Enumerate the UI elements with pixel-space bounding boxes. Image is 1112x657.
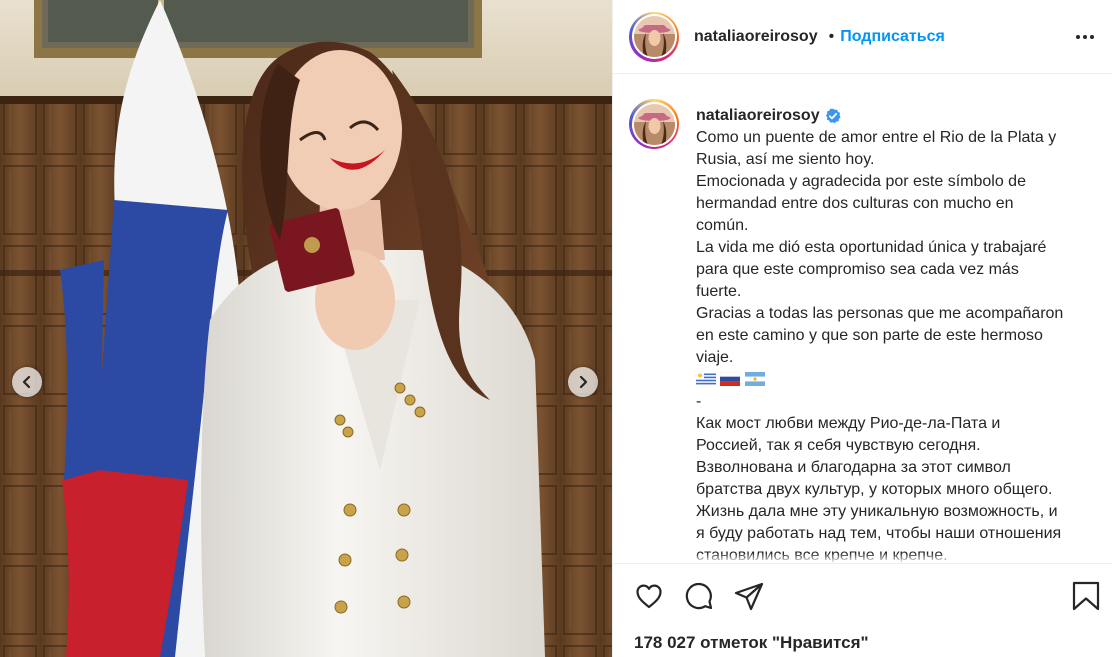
caption-line: я буду работать над тем, чтобы наши отно… (696, 525, 1062, 542)
caption-line: Emocionada y agradecida por este símbolo… (696, 173, 1026, 190)
caption-line: Gracias a todas las personas que me acom… (696, 305, 1064, 322)
caption-line: Взволнована и благодарна за этот символ (696, 459, 1011, 476)
bookmark-icon[interactable] (1070, 580, 1102, 612)
caption-text: nataliaoreirosoy Como un puente de amor … (696, 105, 1100, 563)
heart-icon[interactable] (633, 580, 665, 612)
caption-line: viaje. (696, 349, 734, 366)
caption-line: братства двух культур, у которых много о… (696, 481, 1053, 498)
comment-icon[interactable] (683, 580, 715, 612)
argentina-flag-icon (744, 372, 765, 386)
header-username[interactable]: nataliaoreirosoy (694, 28, 818, 46)
caption-line: hermandad entre dos culturas con mucho e… (696, 195, 1014, 212)
caption-username[interactable]: nataliaoreirosoy (696, 105, 820, 127)
post-media[interactable] (0, 0, 612, 657)
caption-line: Жизнь дала мне эту уникальную возможност… (696, 503, 1058, 520)
caption-line: La vida me dió esta oportunidad única y … (696, 239, 1047, 256)
caption-line: en este camino y que son parte de este h… (696, 327, 1043, 344)
caption-avatar[interactable] (629, 99, 679, 149)
caption-line: Россией, так я себя чувствую сегодня. (696, 437, 981, 454)
caption-line: común. (696, 217, 749, 234)
caption-line: Rusia, así me siento hoy. (696, 151, 875, 168)
share-icon[interactable] (733, 580, 765, 612)
more-options-icon[interactable] (1074, 27, 1096, 47)
previous-photo-button[interactable] (12, 367, 42, 397)
flag-emojis (696, 369, 1100, 391)
caption-section: nataliaoreirosoy Como un puente de amor … (613, 75, 1112, 563)
caption-line: fuerte. (696, 283, 742, 300)
caption-line: - (696, 393, 702, 410)
russia-flag-icon (720, 371, 741, 386)
uruguay-flag-icon (696, 372, 716, 386)
caption-line: para que este compromiso sea cada vez má… (696, 261, 1019, 278)
follow-button[interactable]: Подписаться (840, 28, 945, 46)
verified-badge-icon (825, 108, 841, 124)
action-bar: 178 027 отметок "Нравится" (613, 563, 1112, 657)
likes-count[interactable]: 178 027 отметок "Нравится" (634, 633, 869, 653)
caption-fade (613, 553, 1112, 563)
caption-line: Как мост любви между Рио-де-ла-Пата и (696, 415, 1001, 432)
chevron-left-icon (22, 375, 31, 389)
post-photo (0, 0, 612, 657)
chevron-right-icon (579, 375, 588, 389)
post-header: nataliaoreirosoy • Подписаться (613, 0, 1112, 74)
avatar-image (633, 16, 675, 57)
separator-dot: • (828, 27, 835, 45)
next-photo-button[interactable] (568, 367, 598, 397)
post-side-panel: nataliaoreirosoy • Подписаться nataliaor… (612, 0, 1112, 657)
avatar[interactable] (629, 11, 679, 62)
avatar-image (633, 103, 675, 145)
caption-line: Como un puente de amor entre el Rio de l… (696, 129, 1057, 146)
